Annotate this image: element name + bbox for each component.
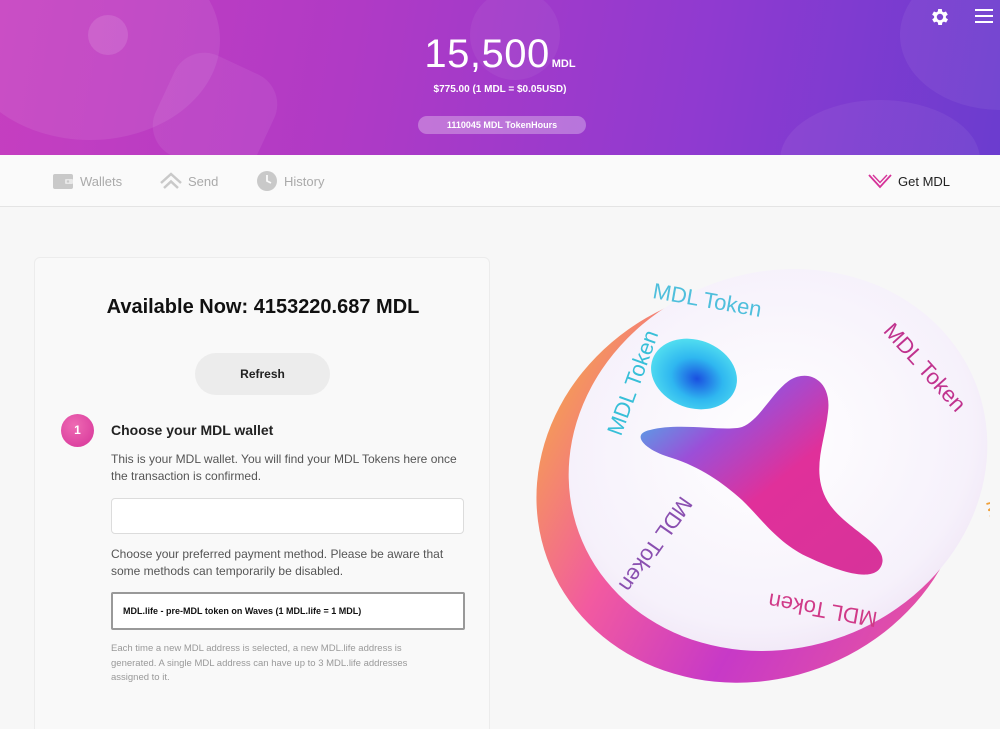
token-hours-badge: 1110045 MDL TokenHours (418, 116, 586, 134)
payment-method-description: Choose your preferred payment method. Pl… (111, 547, 444, 578)
balance-unit: MDL (551, 58, 576, 70)
tab-send-label: Send (188, 173, 219, 189)
balance-amount: 15,500 (424, 32, 550, 76)
refresh-button[interactable]: Refresh (195, 353, 330, 395)
step-description: This is your MDL wallet. You will find y… (111, 452, 457, 483)
purchase-card: Available Now: 4153220.687 MDL Refresh 1… (34, 257, 490, 729)
mdl-token-coin-illustration: MDL Token MDL Token MDL Token MDL Token … (510, 262, 1000, 702)
available-now-title: Available Now: 4153220.687 MDL (106, 296, 420, 318)
get-mdl-chevron-icon (868, 174, 892, 189)
send-chevron-icon (160, 172, 182, 189)
balance-display: 15,500 MDL (0, 32, 1000, 77)
wallet-icon (53, 174, 73, 189)
address-note: Each time a new MDL address is selected,… (111, 643, 408, 683)
hamburger-menu-icon[interactable] (975, 9, 993, 25)
header-banner: 15,500 MDL $775.00 (1 MDL = $0.05USD) 111… (0, 0, 1000, 155)
coin-label-right: MDL Token (981, 496, 990, 609)
wallet-select-input[interactable] (111, 498, 464, 534)
tab-send[interactable]: Send (160, 169, 218, 193)
nav-bar: Wallets Send History Get MDL (0, 155, 1000, 207)
step-title: Choose your MDL wallet (111, 422, 274, 438)
usd-value: $775.00 (1 MDL = $0.05USD) (433, 84, 567, 95)
payment-method-select[interactable]: MDL.life - pre-MDL token on Waves (1 MDL… (111, 592, 465, 630)
tab-get-mdl-label: Get MDL (898, 173, 951, 189)
decorative-shape (780, 100, 980, 155)
clock-icon (257, 171, 277, 191)
tab-history[interactable]: History (256, 169, 324, 193)
step-number-badge: 1 (61, 414, 94, 447)
tab-get-mdl[interactable]: Get MDL (868, 169, 950, 193)
tab-wallets-label: Wallets (80, 173, 123, 189)
gear-icon[interactable] (929, 6, 951, 28)
tab-history-label: History (284, 173, 325, 189)
tab-wallets[interactable]: Wallets (52, 169, 122, 193)
